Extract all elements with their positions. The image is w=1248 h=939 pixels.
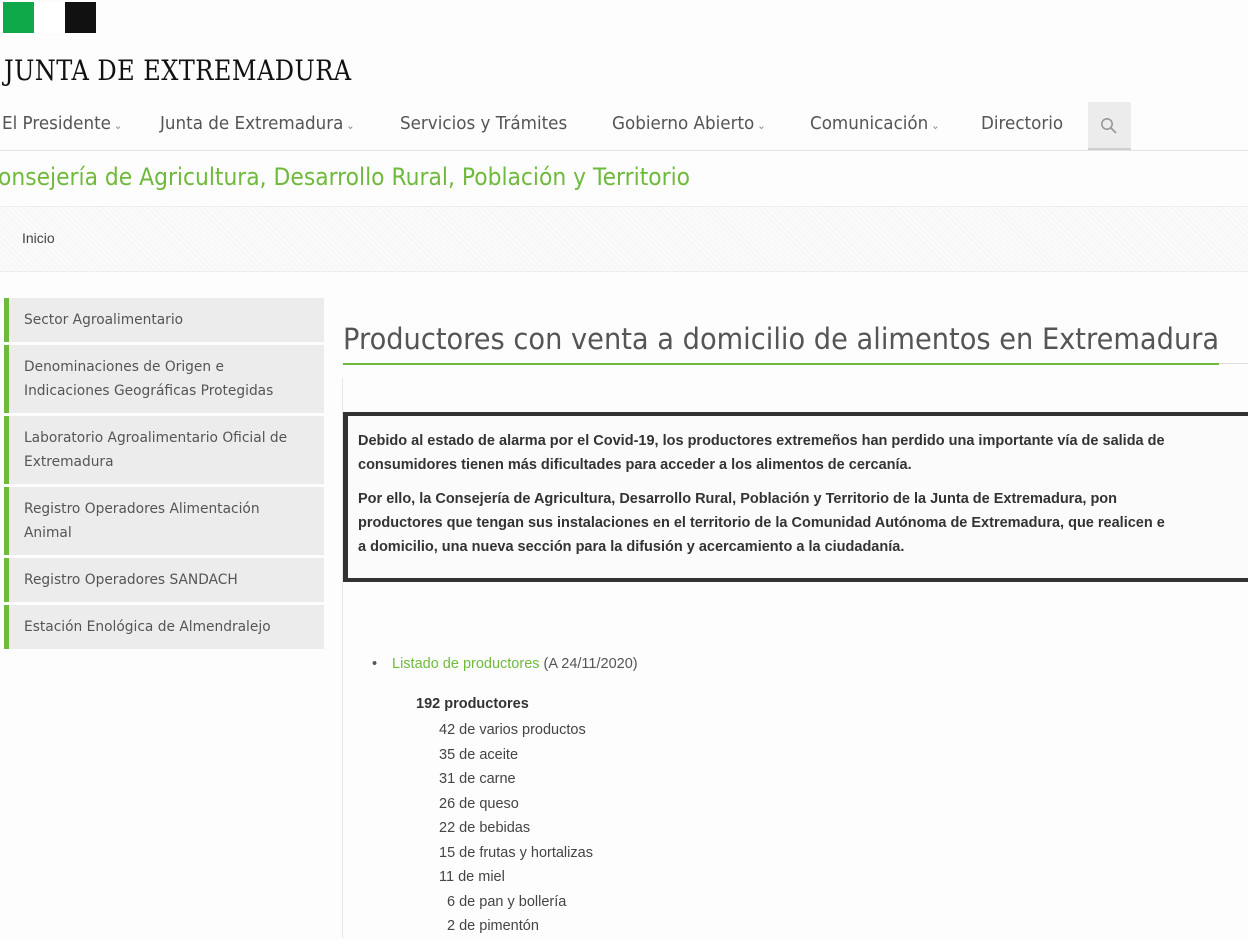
sidebar-item-label: Laboratorio Agroalimentario Oficial de E… xyxy=(24,430,288,470)
flag-logo xyxy=(0,0,98,34)
count-row: 11 de miel xyxy=(439,869,505,885)
sidebar-item-estacion-enologica[interactable]: Estación Enológica de Almendralejo xyxy=(4,605,324,649)
notice-line: Debido al estado de alarma por el Covid-… xyxy=(358,433,1165,449)
department-title[interactable]: onsejería de Agricultura, Desarrollo Rur… xyxy=(0,163,690,191)
notice-paragraph-2: Por ello, la Consejería de Agricultura, … xyxy=(358,487,1248,559)
notice-line: a domicilio, una nueva sección para la d… xyxy=(358,539,905,555)
sidebar-item-registro-alimentacion[interactable]: Registro Operadores Alimentación Animal xyxy=(4,487,324,555)
notice-line: consumidores tienen más dificultades par… xyxy=(358,457,912,473)
producer-total: 192 productores xyxy=(416,696,529,712)
main-nav: El Presidente ⌄ Junta de Extremadura ⌄ Ser… xyxy=(0,100,1248,151)
list-item: Listado de productores (A 24/11/2020) xyxy=(392,656,638,672)
nav-item-label: Junta de Extremadura xyxy=(160,113,344,134)
producer-list-link[interactable]: Listado de productores xyxy=(392,656,540,672)
sidebar-item-label: Registro Operadores Alimentación Animal xyxy=(24,501,260,541)
nav-item-junta[interactable]: Junta de Extremadura ⌄ xyxy=(160,113,355,134)
sidebar-item-registro-sandach[interactable]: Registro Operadores SANDACH xyxy=(4,558,324,602)
chevron-down-icon: ⌄ xyxy=(757,119,766,132)
nav-item-label: El Presidente xyxy=(2,113,111,134)
notice-line: Por ello, la Consejería de Agricultura, … xyxy=(358,491,1118,507)
search-icon xyxy=(1101,118,1117,134)
count-row: 26 de queso xyxy=(439,795,519,812)
count-row: 35 de aceite xyxy=(439,746,519,763)
sidebar-item-label: Registro Operadores SANDACH xyxy=(24,572,238,588)
nav-item-directorio[interactable]: Directorio xyxy=(981,113,1063,134)
nav-item-label: Gobierno Abierto xyxy=(612,113,755,134)
sidebar-item-label: Denominaciones de Origen e Indicaciones … xyxy=(24,359,274,399)
chevron-down-icon: ⌄ xyxy=(346,119,355,132)
count-row: 22 de bebidas xyxy=(439,820,531,836)
chevron-down-icon: ⌄ xyxy=(931,119,940,132)
brand-logo-text[interactable]: JUNTA DE EXTREMADURA xyxy=(4,54,352,87)
nav-item-comunicacion[interactable]: Comunicación ⌄ xyxy=(810,113,940,134)
nav-item-label: Comunicación xyxy=(810,113,929,134)
sidebar-item-laboratorio[interactable]: Laboratorio Agroalimentario Oficial de E… xyxy=(4,416,324,484)
sidebar-item-label: Sector Agroalimentario xyxy=(24,312,184,328)
notice-paragraph-1: Debido al estado de alarma por el Covid-… xyxy=(358,429,1248,477)
nav-item-servicios[interactable]: Servicios y Trámites xyxy=(400,113,567,134)
covid-notice-box: Debido al estado de alarma por el Covid-… xyxy=(343,412,1248,582)
title-underline xyxy=(343,363,1219,365)
search-button[interactable] xyxy=(1088,102,1131,150)
producer-counts: 192 productores 42 de varios productos 3… xyxy=(416,694,593,939)
count-row: 31 de carne xyxy=(439,771,516,787)
breadcrumb-home-link[interactable]: Inicio xyxy=(22,230,55,246)
nav-item-el-presidente[interactable]: El Presidente ⌄ xyxy=(2,113,122,134)
nav-item-label: Directorio xyxy=(981,113,1064,134)
chevron-down-icon: ⌄ xyxy=(113,119,123,132)
sidebar-item-denominaciones[interactable]: Denominaciones de Origen e Indicaciones … xyxy=(4,345,324,413)
title-divider xyxy=(1219,363,1248,364)
count-row: 15 de frutas y hortalizas xyxy=(439,844,593,861)
list-date-note: (A 24/11/2020) xyxy=(539,656,638,672)
nav-item-gobierno-abierto[interactable]: Gobierno Abierto ⌄ xyxy=(612,113,766,134)
list-bullet: • xyxy=(372,656,378,672)
count-row: 42 de varios productos xyxy=(439,722,586,738)
sidebar-item-sector-agroalimentario[interactable]: Sector Agroalimentario xyxy=(4,298,324,342)
page-title: Productores con venta a domicilio de ali… xyxy=(343,322,1220,356)
breadcrumb: Inicio xyxy=(0,206,1248,272)
count-row: 2 de pimentón xyxy=(447,918,539,934)
flag-green-stripe xyxy=(3,2,34,33)
flag-black-stripe xyxy=(65,2,96,33)
nav-item-label: Servicios y Trámites xyxy=(400,113,568,134)
sidebar-menu: Sector Agroalimentario Denominaciones de… xyxy=(4,298,324,652)
sidebar-item-label: Estación Enológica de Almendralejo xyxy=(24,619,271,635)
notice-line: productores que tengan sus instalaciones… xyxy=(358,515,1165,531)
count-row: 6 de pan y bollería xyxy=(447,893,567,910)
flag-white-stripe xyxy=(34,2,65,33)
